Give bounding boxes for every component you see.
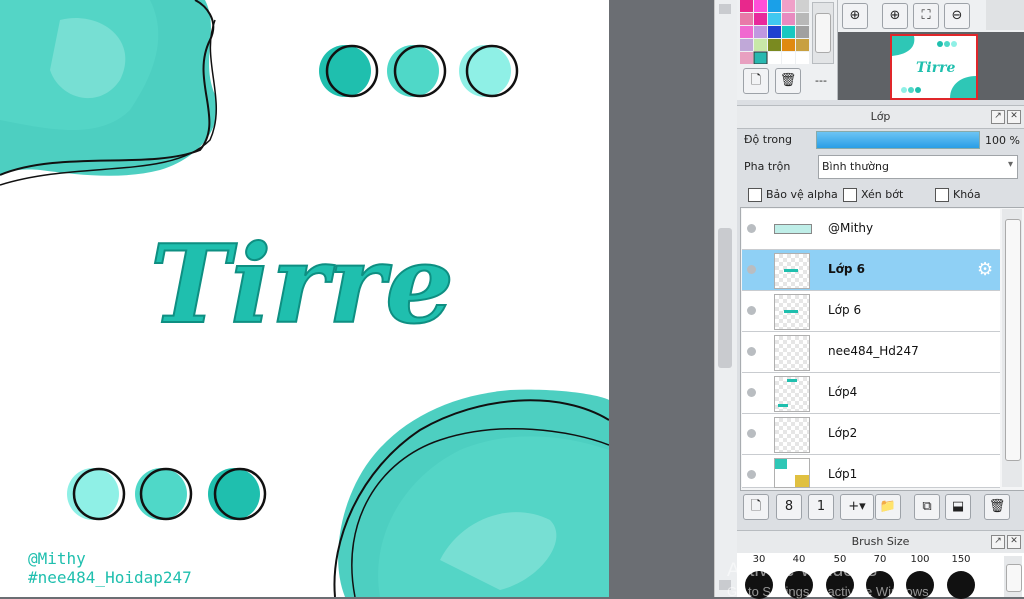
zoom-out-icon[interactable]: ⊖: [944, 3, 970, 29]
checkbox-lock-label: Khóa: [953, 188, 981, 201]
layer-row-mithy[interactable]: @Mithy: [742, 209, 1000, 250]
chevron-down-icon: ▾: [1007, 159, 1013, 170]
artwork-title: Tirre: [150, 222, 454, 348]
layer-name: Lớp 6: [828, 262, 866, 276]
layer-thumbnail: [774, 458, 810, 488]
moon-phases-bottom: [67, 467, 267, 521]
layer-row-lop2[interactable]: Lớp2: [742, 414, 1000, 455]
layer-name: Lớp1: [828, 467, 858, 481]
layer-visibility-icon[interactable]: [747, 470, 756, 479]
navigator-thumbnail: Tirre: [892, 36, 976, 98]
checkbox-alpha-protect[interactable]: [748, 188, 762, 202]
copy-layer-icon[interactable]: ⧉: [914, 494, 940, 520]
palette-more-label: ---: [815, 74, 827, 87]
layer-name: @Mithy: [828, 221, 874, 235]
new-layer-icon[interactable]: 🗋: [743, 494, 769, 520]
opacity-slider[interactable]: [816, 131, 980, 149]
layer-thumbnail: [774, 224, 812, 234]
checkbox-lock[interactable]: [935, 188, 949, 202]
close-panel-icon[interactable]: ✕: [1007, 535, 1021, 549]
layer-name: nee484_Hd247: [828, 344, 919, 358]
float-panel-icon[interactable]: ↗: [991, 110, 1005, 124]
blend-mode-select[interactable]: Bình thường ▾: [818, 155, 1018, 179]
layer-scrollbar-thumb[interactable]: [1005, 219, 1021, 461]
layer-visibility-icon[interactable]: [747, 265, 756, 274]
opacity-slider-fill: [817, 132, 979, 148]
new-palette-icon[interactable]: 🗋: [743, 68, 769, 94]
opacity-label: Độ trong: [744, 133, 793, 146]
layer-row-lop4[interactable]: Lớp4: [742, 373, 1000, 414]
float-panel-icon[interactable]: ↗: [991, 535, 1005, 549]
navigator-preview[interactable]: Tirre: [890, 34, 978, 100]
watercolor-top-left: [0, 0, 218, 186]
layer-row-nee484[interactable]: nee484_Hd247: [742, 332, 1000, 373]
layer-name: Lớp 6: [828, 303, 862, 317]
credit-line-1: @Mithy: [28, 549, 86, 568]
layer-visibility-icon[interactable]: [747, 388, 756, 397]
zoom-reset-icon[interactable]: ⊕: [842, 3, 868, 29]
zoom-in-icon[interactable]: ⊕: [882, 3, 908, 29]
checkbox-clipping-label: Xén bớt: [861, 188, 904, 201]
brush-size-title: Brush Size: [851, 535, 910, 548]
layer-list-scrollbar[interactable]: [1002, 209, 1022, 487]
new-8bit-layer-icon[interactable]: 8: [776, 494, 802, 520]
merge-layer-icon[interactable]: ⬓: [945, 494, 971, 520]
layer-thumbnail: [774, 376, 810, 412]
checkbox-alpha-protect-label: Bảo vệ alpha: [766, 188, 838, 201]
close-panel-icon[interactable]: ✕: [1007, 110, 1021, 124]
credit-line-2: #nee484_Hoidap247: [28, 568, 192, 587]
brush-size-label: 100: [910, 554, 930, 565]
new-1bit-layer-icon[interactable]: 1: [808, 494, 834, 520]
blend-mode-value: Bình thường: [822, 160, 889, 173]
layer-panel-title: Lớp: [870, 110, 891, 123]
artwork: Tirre @Mithy #nee484_Hoidap247: [0, 0, 609, 597]
layer-visibility-icon[interactable]: [747, 347, 756, 356]
canvas-background: [609, 0, 714, 597]
drawing-canvas[interactable]: Tirre @Mithy #nee484_Hoidap247: [0, 0, 609, 597]
navigator-panel: ⊕ ⊕ ⛶ ⊖ Tirre: [838, 0, 1024, 100]
watercolor-bottom-right: [333, 389, 609, 597]
layer-row-lop1[interactable]: Lớp1: [742, 455, 1000, 488]
brush-size-scrollbar[interactable]: [1004, 556, 1022, 597]
brush-size-label: 150: [951, 554, 971, 565]
svg-text:Tirre: Tirre: [916, 60, 955, 76]
blend-mode-label: Pha trộn: [744, 160, 791, 173]
scrollbar-thumb[interactable]: [718, 228, 732, 368]
layer-row-lop6[interactable]: Lớp 6: [742, 291, 1000, 332]
moon-phases-top: [319, 44, 519, 98]
layer-settings-gear-icon[interactable]: ⚙: [977, 259, 993, 280]
new-folder-icon[interactable]: 📁: [875, 494, 901, 520]
layer-visibility-icon[interactable]: [747, 306, 756, 315]
activation-watermark-title: Activate Windows: [727, 560, 877, 581]
scroll-up-arrow-icon[interactable]: [719, 4, 731, 14]
layer-thumbnail: [774, 417, 810, 453]
layer-toolbar: 🗋 8 1 +▾ 📁 ⧉ ⬓ 🗑: [737, 491, 1024, 523]
delete-color-icon[interactable]: 🗑: [775, 68, 801, 94]
opacity-value: 100 %: [985, 134, 1020, 147]
checkbox-clipping[interactable]: [843, 188, 857, 202]
brush-size-option[interactable]: [947, 571, 975, 599]
add-layer-dropdown-icon[interactable]: +▾: [840, 494, 874, 520]
brush-size-header: Brush Size ↗ ✕: [737, 530, 1024, 554]
layer-row-lop6-selected[interactable]: Lớp 6 ⚙: [742, 250, 1000, 291]
color-swatch-grid[interactable]: [740, 0, 820, 64]
fit-screen-icon[interactable]: ⛶: [913, 3, 939, 29]
layer-name: Lớp2: [828, 426, 858, 440]
layer-visibility-icon[interactable]: [747, 429, 756, 438]
layer-thumbnail: [774, 335, 810, 371]
delete-layer-icon[interactable]: 🗑: [984, 494, 1010, 520]
layer-panel-header: Lớp ↗ ✕: [737, 105, 1024, 129]
layer-thumbnail: [774, 294, 810, 330]
layer-thumbnail: [774, 253, 810, 289]
color-palette-panel: 🗋 🗑 ---: [737, 0, 838, 100]
layer-visibility-icon[interactable]: [747, 224, 756, 233]
layer-name: Lớp4: [828, 385, 858, 399]
palette-scrollbar[interactable]: [812, 2, 834, 64]
canvas-vertical-scrollbar[interactable]: [714, 0, 737, 597]
